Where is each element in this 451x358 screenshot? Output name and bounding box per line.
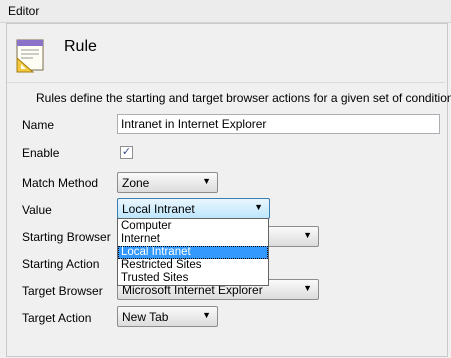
chevron-down-icon: ▼ bbox=[202, 310, 211, 320]
value-label: Value bbox=[22, 203, 52, 217]
name-label: Name bbox=[22, 118, 55, 132]
target-browser-label: Target Browser bbox=[22, 284, 103, 298]
option-trusted-sites[interactable]: Trusted Sites bbox=[118, 272, 268, 285]
option-internet[interactable]: Internet bbox=[118, 233, 268, 246]
value-select[interactable]: Local Intranet ▼ bbox=[117, 198, 270, 219]
header-divider bbox=[7, 82, 445, 83]
value-dropdown-list: Computer Internet Local Intranet Restric… bbox=[117, 218, 269, 286]
chevron-down-icon: ▼ bbox=[202, 176, 211, 186]
target-action-select[interactable]: New Tab ▼ bbox=[117, 306, 218, 327]
window-title: Editor bbox=[8, 4, 40, 18]
match-method-label: Match Method bbox=[22, 176, 99, 190]
match-method-select[interactable]: Zone ▼ bbox=[117, 172, 218, 193]
option-restricted-sites[interactable]: Restricted Sites bbox=[118, 259, 268, 272]
page-title: Rule bbox=[64, 38, 97, 55]
chevron-down-icon: ▼ bbox=[254, 202, 263, 212]
target-action-label: Target Action bbox=[22, 311, 92, 325]
rule-document-icon bbox=[16, 39, 44, 73]
enable-checkbox[interactable]: ✓ bbox=[120, 146, 133, 159]
target-action-value: New Tab bbox=[122, 310, 169, 324]
option-computer[interactable]: Computer bbox=[118, 220, 268, 233]
match-method-value: Zone bbox=[122, 176, 150, 190]
starting-action-label: Starting Action bbox=[22, 257, 100, 271]
rule-description: Rules define the starting and target bro… bbox=[36, 91, 451, 105]
starting-browser-label: Starting Browser bbox=[22, 230, 111, 244]
value-selected: Local Intranet bbox=[122, 202, 195, 216]
editor-panel bbox=[6, 23, 448, 357]
name-field[interactable] bbox=[117, 114, 440, 134]
window-titlebar: Editor bbox=[0, 0, 451, 23]
chevron-down-icon: ▼ bbox=[303, 230, 312, 240]
chevron-down-icon: ▼ bbox=[303, 283, 312, 293]
enable-label: Enable bbox=[22, 146, 60, 160]
option-local-intranet[interactable]: Local Intranet bbox=[118, 246, 268, 259]
